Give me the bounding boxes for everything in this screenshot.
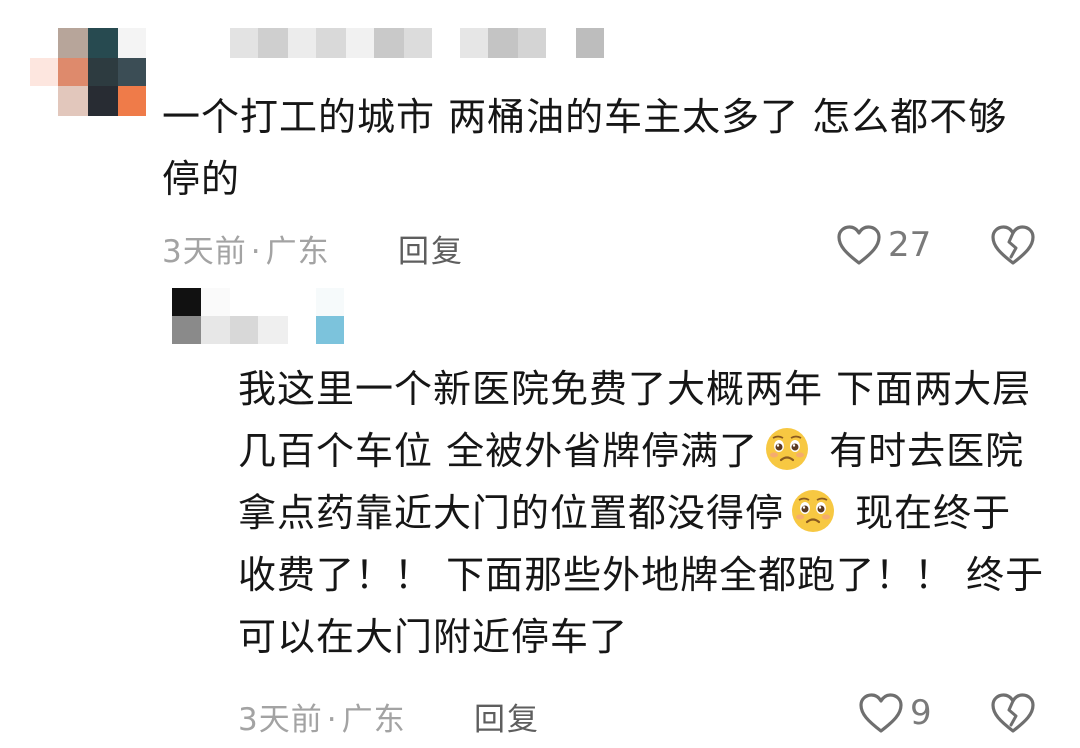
reply-dislike-button[interactable] xyxy=(990,692,1036,738)
like-button[interactable]: 27 xyxy=(836,224,931,266)
broken-heart-icon xyxy=(991,693,1035,733)
pleading-face-emoji xyxy=(792,490,835,532)
reply-location: 广东 xyxy=(341,702,406,738)
avatar[interactable] xyxy=(30,28,146,116)
meta-separator: · xyxy=(250,234,262,270)
reply-reply-button[interactable]: 回复 xyxy=(474,694,540,739)
dislike-button[interactable] xyxy=(990,224,1036,270)
like-count: 27 xyxy=(888,225,932,265)
broken-heart-icon xyxy=(991,225,1035,265)
reply-like-button[interactable]: 9 xyxy=(858,692,932,734)
reply-button[interactable]: 回复 xyxy=(398,226,464,271)
reply-like-count: 9 xyxy=(910,693,932,733)
heart-outline-icon xyxy=(859,693,903,733)
heart-outline-icon xyxy=(837,225,881,265)
reply-text: 我这里一个新医院免费了大概两年 下面两大层几百个车位 全被外省牌停满了 有时去医… xyxy=(238,358,1048,668)
reply-username-blurred[interactable] xyxy=(230,288,350,344)
reply-time: 3天前 xyxy=(238,702,323,738)
reply-meta: 3天前 · 广东 xyxy=(238,694,406,739)
reply-avatar[interactable] xyxy=(172,288,230,344)
pleading-face-emoji xyxy=(766,428,809,470)
comment-time: 3天前 xyxy=(162,234,247,270)
comment-text: 一个打工的城市 两桶油的车主太多了 怎么都不够停的 xyxy=(162,95,1008,201)
username-blurred[interactable] xyxy=(230,28,610,58)
comment-location: 广东 xyxy=(265,234,330,270)
meta-separator: · xyxy=(326,702,338,738)
comment-meta: 3天前 · 广东 xyxy=(162,226,330,271)
